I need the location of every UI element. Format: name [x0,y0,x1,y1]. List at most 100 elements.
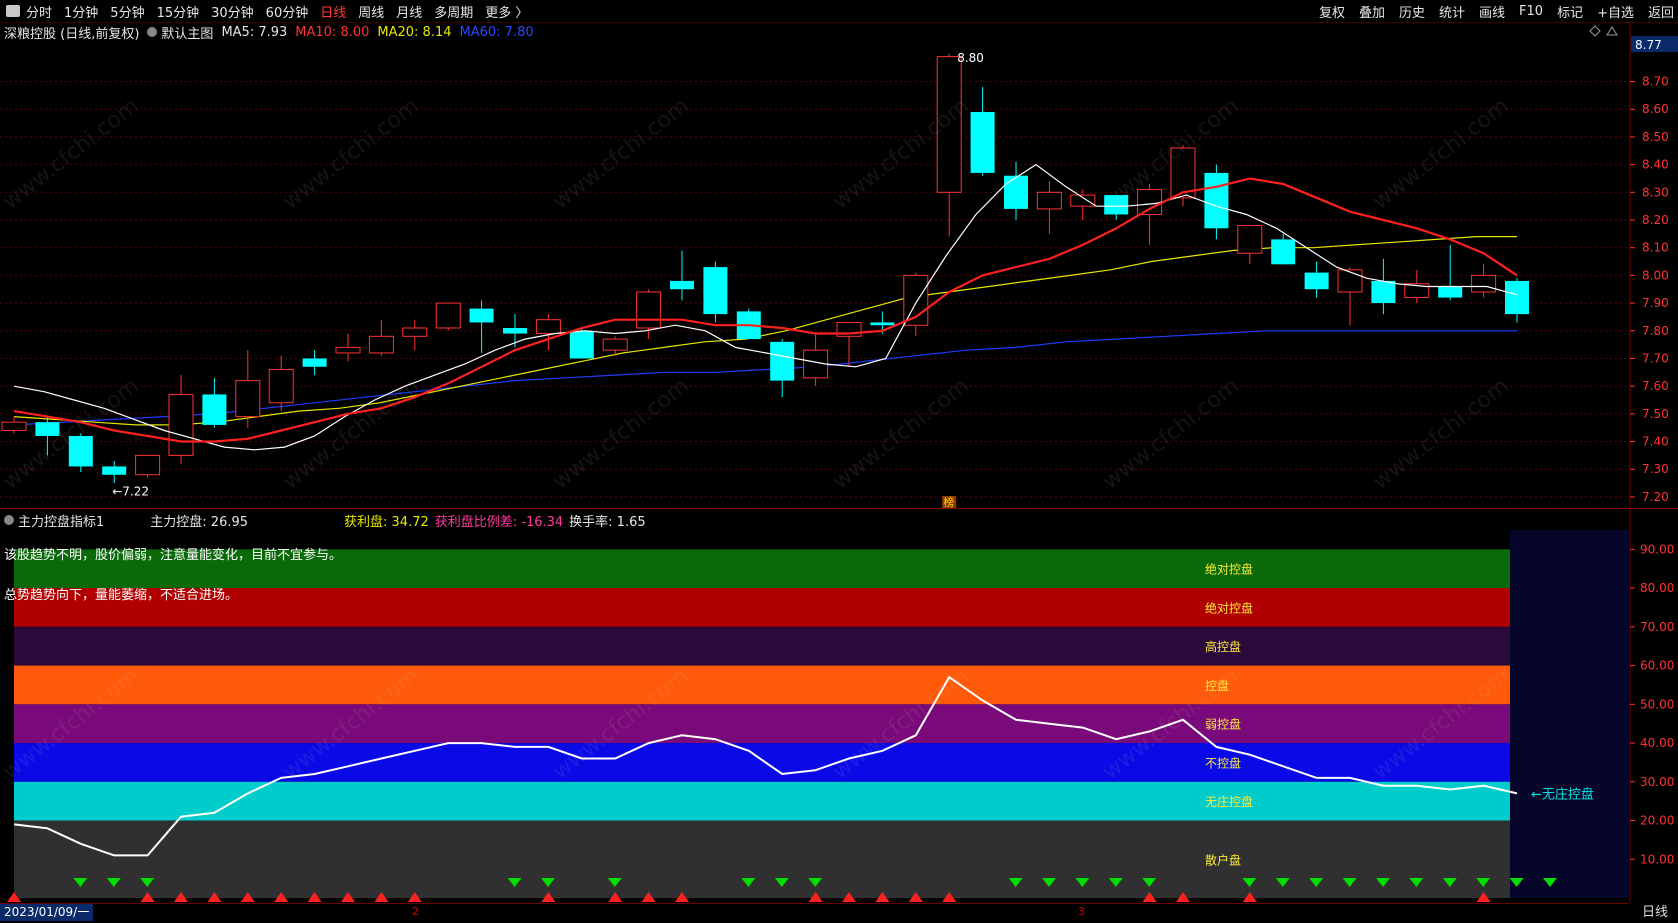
candle-body-up [1070,194,1096,207]
sub-tick-label: 20.00 [1640,814,1674,828]
sub-tick-label: 80.00 [1640,581,1674,595]
candle-body-up [535,319,561,335]
price-tick-label: 7.20 [1642,490,1669,504]
candle-body-down [1438,286,1463,298]
candle-body-up [435,302,461,329]
watermark-text: www.cfchi.com [278,93,423,214]
sub-right-area [1510,530,1630,898]
candle-body-down [770,341,795,381]
watermark-text: www.cfchi.com [548,373,693,494]
watermark-text: www.cfchi.com [548,93,693,214]
time-axis[interactable] [0,903,1628,923]
band [14,781,1510,821]
cursor-date: 2023/01/09/一 [0,904,94,921]
analysis-text-1: 该股趋势不明，股价偏弱，注意量能变化，目前不宜参与。 [4,548,343,563]
candle-body-up [368,335,394,354]
watermark-text: www.cfchi.com [828,373,973,494]
price-tick-label: 8.70 [1642,75,1669,89]
candle-body-down [102,466,127,475]
last-price-label: 8.77 [1635,38,1662,52]
price-tick-label: 8.00 [1642,268,1669,282]
watermark-text: www.cfchi.com [0,373,144,494]
candle-body-down [970,112,995,173]
candle-body-up [1337,269,1363,293]
sub-tick-label: 30.00 [1640,775,1674,789]
sub-tick-label: 90.00 [1640,542,1674,556]
band-label: 高控盘 [1205,639,1241,654]
candle-body-down [569,330,594,359]
month-mark-2: 2 [412,905,419,918]
candle-body-down [202,394,227,425]
price-tick-label: 8.40 [1642,158,1669,172]
triangle-icon [1606,26,1618,36]
price-tick-label: 8.50 [1642,130,1669,144]
period-indicator[interactable]: 日线 [1632,904,1678,921]
candle-body-up [335,346,361,354]
band-label: 散户盘 [1205,852,1241,867]
candle-body-down [670,280,694,290]
candle-body-up [268,369,294,404]
band [14,588,1510,627]
center-badge: 榜 [943,495,954,509]
candle-body-up [1,421,27,431]
band [14,743,1510,782]
max-price-annotation: 8.80 [957,51,984,65]
sub-tick-label: 50.00 [1640,697,1674,711]
candle-body-down [1371,280,1396,304]
band-label: 绝对控盘 [1205,600,1253,615]
candle-body-up [1036,191,1062,210]
watermark-text: www.cfchi.com [0,93,144,214]
analysis-text-2: 总势趋势向下，量能萎缩，不适合进场。 [4,588,239,603]
band [14,665,1510,705]
candle-body-down [1004,175,1028,209]
price-tick-label: 7.40 [1642,435,1669,449]
min-price-annotation: ←7.22 [112,484,149,498]
panel-divider [0,508,1678,509]
candle-body-down [1304,272,1329,290]
band-label: 无庄控盘 [1205,794,1253,809]
band-label: 绝对控盘 [1205,562,1253,577]
watermark-text: www.cfchi.com [1368,93,1513,214]
end-annotation: ←无庄控盘 [1531,786,1594,802]
diamond-icon [1589,25,1601,37]
band [14,704,1510,744]
candle-body-up [1471,274,1497,293]
candle-body-down [1505,280,1529,315]
sub-tick-label: 10.00 [1640,852,1674,866]
chart-canvas[interactable]: 7.20 7.30 7.40 7.50 7.60 7.70 7.80 7.90 8.00 8.10… [0,0,1678,903]
price-tick-label: 8.60 [1642,102,1669,116]
price-tick-label: 8.20 [1642,213,1669,227]
band [14,820,1510,898]
candle-body-down [302,358,327,367]
candle-body-down [1204,172,1229,229]
price-tick-label: 8.10 [1642,241,1669,255]
candle-body-up [135,454,161,476]
candle-body-up [602,338,628,351]
candle-body-up [402,327,428,337]
candle-body-down [1271,239,1296,265]
band [14,626,1510,666]
candle-body-up [1137,189,1163,215]
band-label: 弱控盘 [1205,717,1241,732]
price-tick-label: 7.30 [1642,462,1669,476]
candle-body-down [870,322,895,326]
watermark-text: www.cfchi.com [1368,373,1513,494]
sub-tick-label: 60.00 [1640,659,1674,673]
candle-body-up [168,393,194,456]
candle-body-up [636,291,662,329]
candle-body-up [1237,225,1263,254]
candle-body-up [235,380,261,418]
band-label: 不控盘 [1205,755,1241,770]
sub-tick-label: 40.00 [1640,736,1674,750]
price-tick-label: 8.30 [1642,185,1669,199]
price-tick-label: 7.90 [1642,296,1669,310]
month-mark-3: 3 [1078,905,1085,918]
price-tick-label: 7.60 [1642,379,1669,393]
candle-body-down [469,308,494,323]
price-tick-label: 7.70 [1642,351,1669,365]
price-tick-label: 7.50 [1642,407,1669,421]
candle-body-down [703,267,728,315]
candle-body-down [503,328,527,334]
watermark-text: www.cfchi.com [1098,373,1243,494]
price-tick-label: 7.80 [1642,324,1669,338]
